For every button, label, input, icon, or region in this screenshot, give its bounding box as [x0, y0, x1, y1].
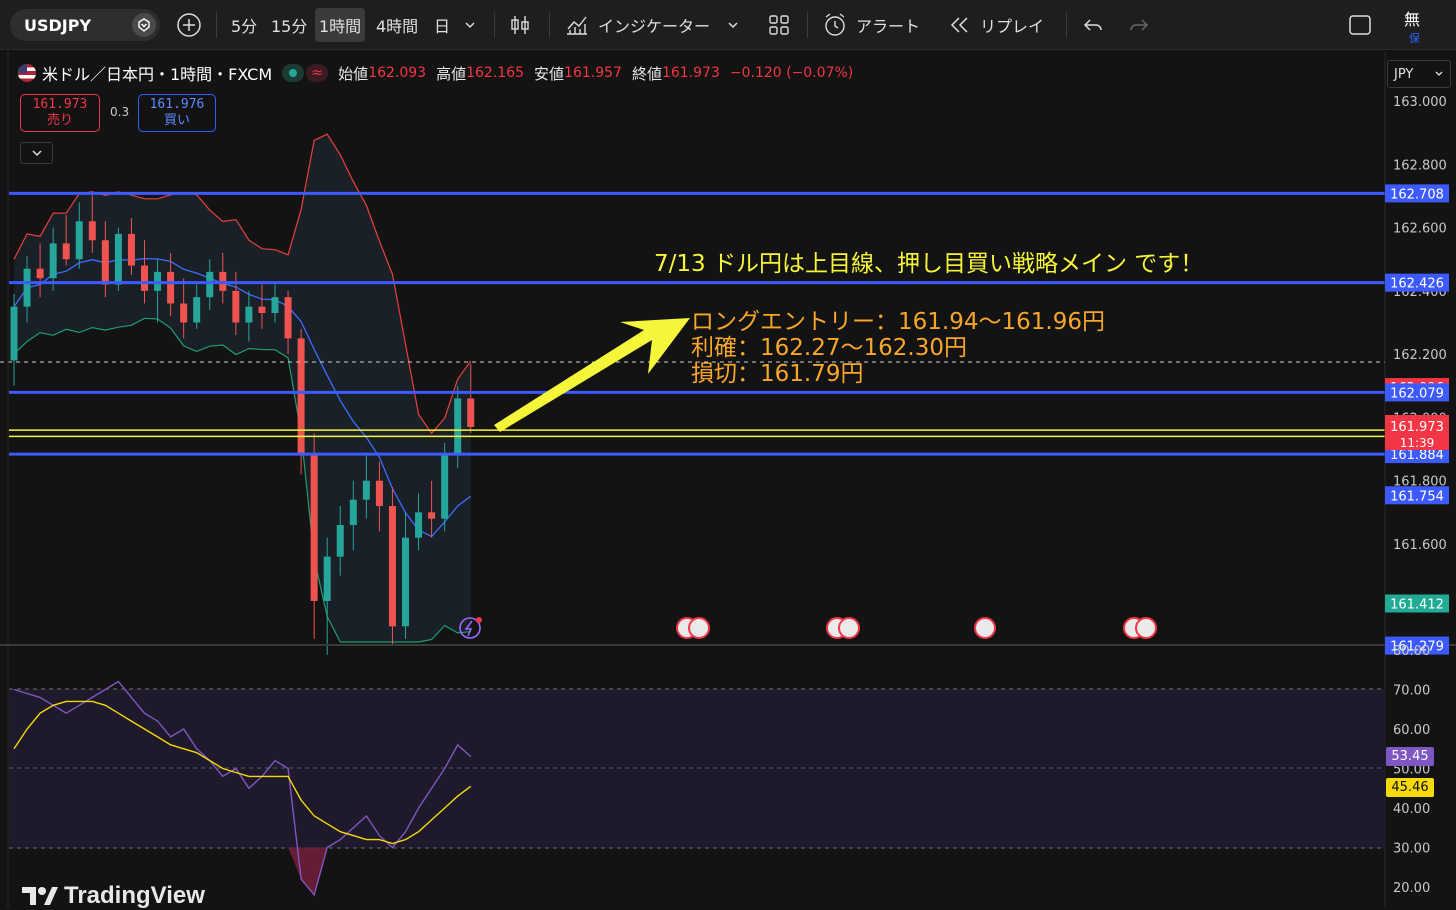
candle-body [180, 303, 188, 323]
chevron-down-icon [31, 150, 42, 157]
candle-body [362, 480, 370, 500]
usd-flag-icon [18, 64, 36, 82]
price-badge-label: 162.079 [1390, 386, 1444, 401]
symbol-title[interactable]: 米ドル／日本円・1時間・FXCM [42, 61, 272, 85]
candle-body [375, 480, 383, 507]
candle-body [36, 268, 44, 279]
headline-annotation[interactable]: 7/13 ドル円は上目線、押し目買い戦略メイン です！ [654, 244, 1203, 278]
open-value: 162.093 [368, 65, 427, 81]
candle-body [415, 512, 423, 538]
buy-price: 161.976 [149, 97, 205, 112]
take-profit-annotation[interactable]: 利確：162.27〜162.30円 [691, 335, 967, 361]
high-label: 高値 [436, 64, 467, 83]
candle-body [75, 221, 83, 260]
rsi-tick-label: 20.00 [1393, 881, 1430, 896]
price-tick-label: 163.000 [1393, 95, 1447, 110]
price-tick-label: 162.600 [1393, 222, 1447, 237]
sell-label: 売り [46, 113, 73, 128]
price-tick-label: 162.800 [1393, 158, 1447, 173]
tradingview-logo[interactable]: TradingView [22, 882, 205, 910]
candle-body [141, 265, 148, 291]
candle-body [193, 297, 201, 323]
price-badge-label: 161.754 [1390, 489, 1444, 504]
price-badge-label: 161.412 [1390, 597, 1444, 612]
low-value: 161.957 [564, 65, 622, 81]
candle-body [336, 525, 344, 557]
collapse-legend-button[interactable] [20, 142, 53, 164]
candle-body [388, 506, 396, 627]
current-price-label: 161.973 [1390, 420, 1444, 435]
change-value: −0.120 (−0.07%) [729, 65, 854, 81]
candle-body [206, 271, 214, 298]
rsi-tick-label: 80.00 [1393, 644, 1430, 659]
candle-body [232, 290, 240, 323]
candle-body [271, 297, 279, 314]
candle-body [62, 243, 70, 260]
buy-label: 買い [163, 113, 190, 128]
candle-body [297, 338, 305, 456]
tradingview-logo-icon [22, 887, 58, 905]
candle-body [310, 455, 318, 601]
stop-loss-annotation[interactable]: 損切：161.79円 [691, 361, 863, 387]
candle-body [167, 271, 175, 304]
open-label: 始値 [338, 64, 369, 83]
candle-body [88, 221, 96, 241]
rsi-tick-label: 30.00 [1393, 842, 1430, 857]
candle-body [454, 398, 462, 456]
low-label: 安値 [534, 64, 565, 83]
currency-label: JPY [1394, 66, 1414, 82]
sell-price: 161.973 [32, 97, 88, 112]
candle-body [23, 268, 31, 307]
candle-body [349, 499, 357, 526]
candle-body [101, 240, 109, 285]
spread-value: 0.3 [110, 105, 130, 119]
rsi-ma-value-badge: 45.46 [1386, 778, 1434, 797]
market-open-dot-icon [282, 64, 305, 82]
price-tick-label: 162.200 [1393, 348, 1447, 363]
currency-selector[interactable]: JPY [1387, 60, 1451, 88]
candle-body [127, 233, 135, 266]
candle-body [323, 556, 331, 601]
candle-body [402, 537, 409, 627]
rsi-tick-label: 40.00 [1393, 802, 1430, 817]
buy-button[interactable]: 161.976 買い [138, 94, 216, 132]
chevron-down-icon [1435, 71, 1443, 76]
high-value: 162.165 [466, 65, 525, 81]
candle-body [49, 243, 57, 279]
rsi-axis[interactable]: 80.0070.0060.0050.0040.0030.0020.00 [1393, 644, 1430, 896]
price-badge-label: 162.426 [1390, 277, 1444, 292]
price-axis[interactable]: 163.000162.800162.600162.400162.200162.0… [1393, 95, 1447, 553]
close-value: 161.973 [661, 65, 720, 81]
candle-body [467, 398, 475, 427]
chart-legend: 米ドル／日本円・1時間・FXCM ≈ 始値 162.093 高値 162.165… [18, 60, 863, 86]
entry-annotation[interactable]: ロングエントリー：161.94〜161.96円 [691, 309, 1105, 335]
countdown-label: 11:39 [1400, 436, 1435, 450]
price-tick-label: 161.600 [1393, 538, 1447, 553]
candle-body [441, 455, 449, 519]
rsi-value-badge: 53.45 [1386, 747, 1434, 766]
price-axis-badges: 162.708162.426162.096162.079161.884161.7… [1385, 184, 1449, 655]
close-label: 終値 [631, 64, 662, 83]
delayed-data-icon: ≈ [306, 64, 329, 82]
price-badge-label: 161.884 [1390, 448, 1444, 463]
candle-body [10, 306, 18, 361]
candle-body [114, 233, 122, 285]
sell-button[interactable]: 161.973 売り [20, 94, 100, 132]
price-badge-label: 162.708 [1390, 187, 1444, 202]
candle-body [245, 306, 253, 323]
candle-body [258, 306, 266, 314]
rsi-tick-label: 60.00 [1393, 723, 1430, 738]
rsi-tick-label: 70.00 [1393, 684, 1430, 699]
main-chart-canvas[interactable]: 163.000162.800162.600162.400162.200162.0… [0, 0, 1456, 907]
candle-body [428, 512, 436, 519]
candle-body [284, 297, 292, 339]
